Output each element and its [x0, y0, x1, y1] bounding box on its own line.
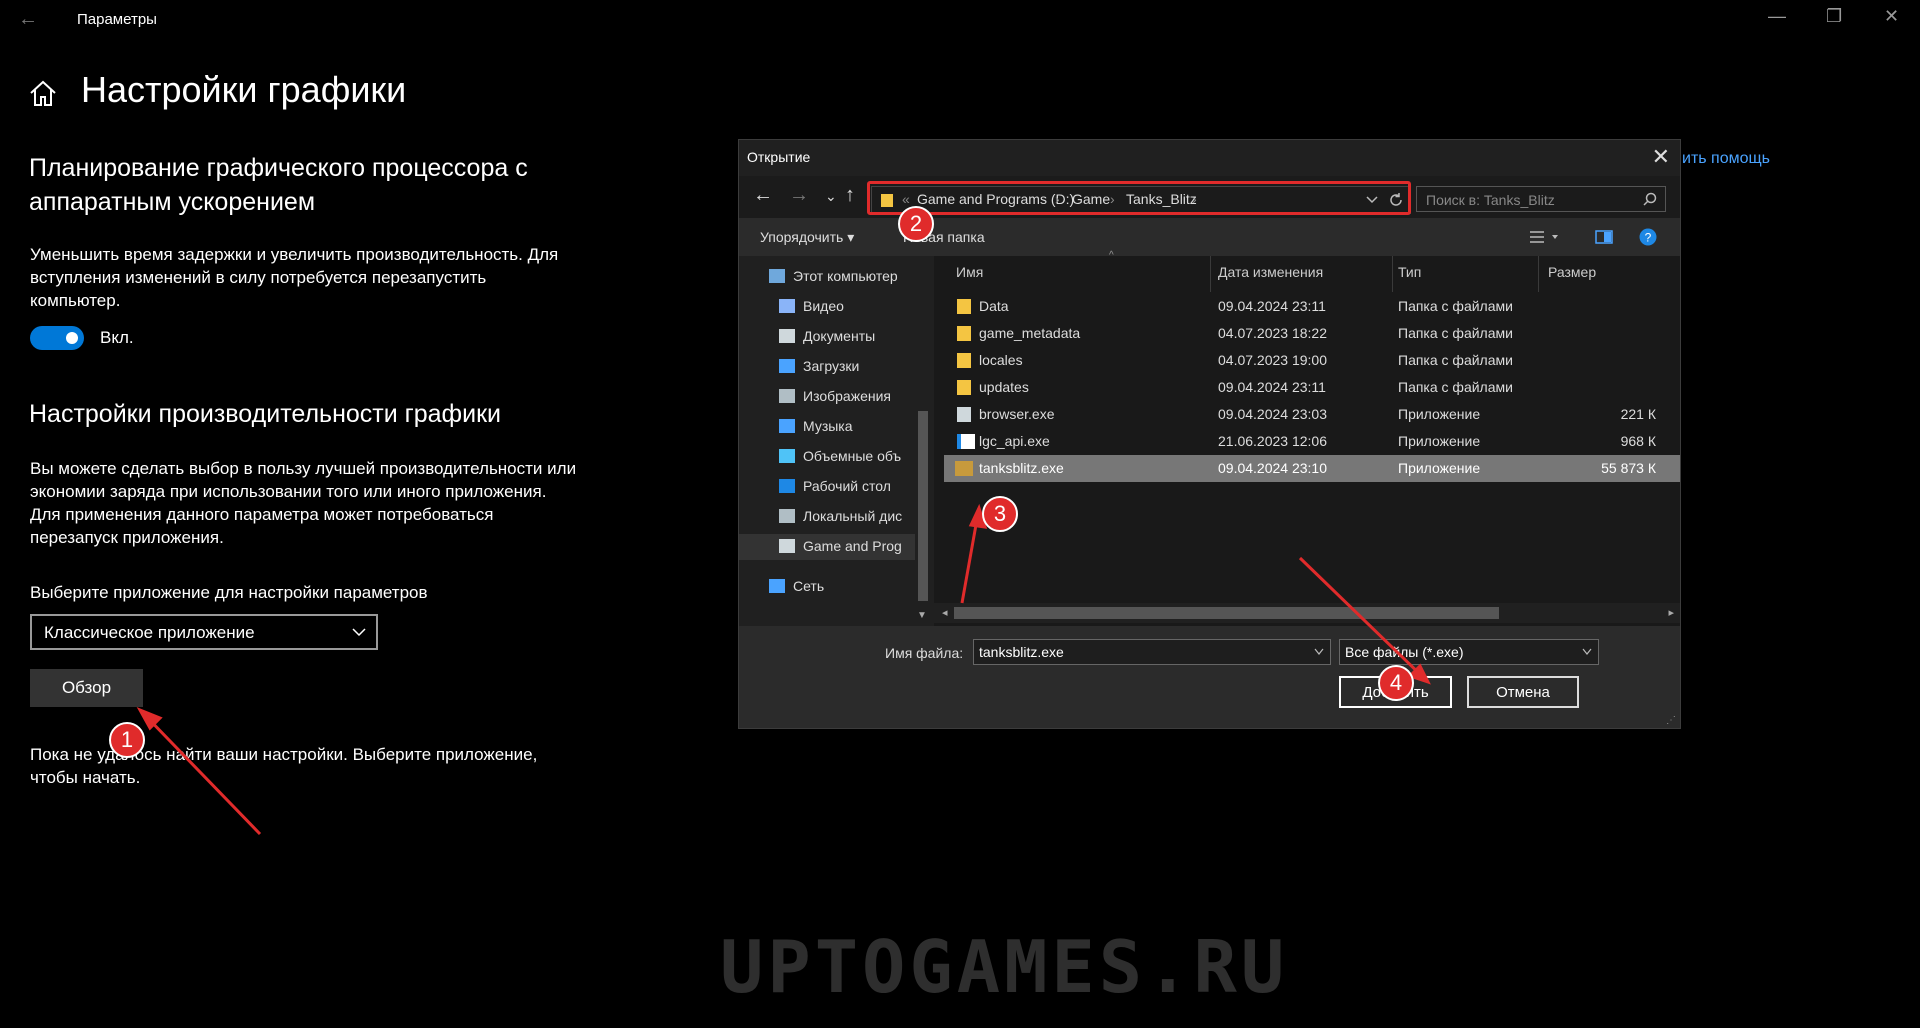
annotation-arrows [136, 503, 1431, 836]
watermark: UPTOGAMES.RU [720, 925, 1289, 1009]
annotation-badge: 2 [898, 206, 934, 242]
annotation-badge: 1 [109, 722, 145, 758]
annotation-badge: 4 [1378, 665, 1414, 701]
annotation-badge: 3 [982, 496, 1018, 532]
